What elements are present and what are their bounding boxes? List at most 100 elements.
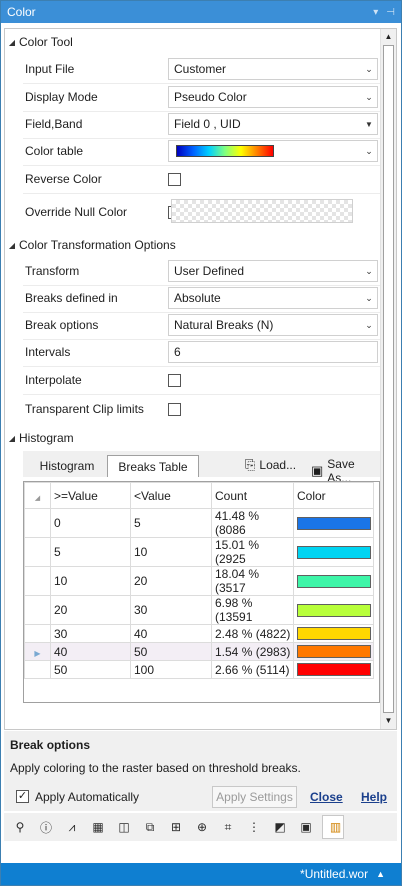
row-header[interactable] — [24, 508, 51, 538]
table-icon[interactable]: ▦ — [88, 817, 108, 837]
table-row[interactable]: 10 20 18.04 % (3517 — [24, 566, 374, 596]
row-header[interactable] — [24, 660, 51, 679]
color-cell[interactable] — [293, 642, 374, 661]
dropdown-arrow-icon[interactable]: ▾ — [373, 7, 378, 18]
lt-cell[interactable]: 30 — [130, 595, 212, 625]
color-ramp-preview — [176, 145, 274, 157]
legend-icon[interactable]: ⋮ — [244, 817, 264, 837]
scroll-up-icon[interactable]: ▲ — [381, 29, 396, 45]
interpolate-label: Interpolate — [25, 373, 82, 387]
chart-icon[interactable]: ◩ — [270, 817, 290, 837]
image-icon[interactable]: ▣ — [296, 817, 316, 837]
color-cell[interactable] — [293, 508, 374, 538]
select-all-corner[interactable]: ◢ — [24, 482, 51, 509]
count-cell[interactable]: 1.54 % (2983) — [211, 642, 294, 661]
color-cell[interactable] — [293, 537, 374, 567]
lt-cell[interactable]: 10 — [130, 537, 212, 567]
lt-cell[interactable]: 100 — [130, 660, 212, 679]
collapse-triangle-icon[interactable]: ◢ — [5, 241, 19, 250]
lt-cell[interactable]: 40 — [130, 624, 212, 643]
layer-icon[interactable]: ◫ — [114, 817, 134, 837]
waveform-icon[interactable]: ⩘ — [62, 817, 82, 837]
color-cell[interactable] — [293, 624, 374, 643]
table-row[interactable]: ▶ 40 50 1.54 % (2983) — [24, 642, 374, 661]
info-tool-icon[interactable]: ⚲ — [10, 817, 30, 837]
color-cell[interactable] — [293, 566, 374, 596]
input-file-value: Customer — [174, 62, 227, 76]
caret-up-icon[interactable]: ▲ — [376, 869, 385, 879]
intervals-row: Intervals 6 — [23, 339, 380, 365]
apply-automatically-checkbox[interactable]: ✓ — [16, 790, 29, 803]
crop-icon[interactable]: ⌗ — [218, 817, 238, 837]
table-row[interactable]: 30 40 2.48 % (4822) — [24, 624, 374, 643]
apply-automatically-label: Apply Automatically — [35, 790, 140, 804]
scroll-thumb[interactable] — [383, 45, 394, 713]
ge-cell[interactable]: 5 — [50, 537, 131, 567]
count-cell[interactable]: 15.01 % (2925 — [211, 537, 294, 567]
color-palette-icon[interactable]: ▥ — [322, 815, 344, 839]
count-cell[interactable]: 2.48 % (4822) — [211, 624, 294, 643]
row-header[interactable] — [24, 537, 51, 567]
count-cell[interactable]: 6.98 % (13591 — [211, 595, 294, 625]
count-cell[interactable]: 41.48 % (8086 — [211, 508, 294, 538]
col-header-count[interactable]: Count — [211, 482, 294, 509]
grid-icon[interactable]: ⊞ — [166, 817, 186, 837]
globe-icon[interactable]: ⊕ — [192, 817, 212, 837]
count-cell[interactable]: 18.04 % (3517 — [211, 566, 294, 596]
transparent-clip-checkbox[interactable] — [168, 402, 181, 416]
col-header-color[interactable]: Color — [293, 482, 374, 509]
interpolate-checkbox[interactable] — [168, 373, 181, 387]
section-color-tool[interactable]: ◢ Color Tool — [5, 31, 380, 53]
collapse-triangle-icon[interactable]: ◢ — [5, 38, 19, 47]
transparent-clip-label: Transparent Clip limits — [25, 402, 144, 416]
col-header-ge[interactable]: >=Value — [50, 482, 131, 509]
color-cell[interactable] — [293, 595, 374, 625]
section-histogram[interactable]: ◢ Histogram — [5, 427, 380, 449]
row-header[interactable]: ▶ — [24, 642, 51, 661]
ge-cell[interactable]: 10 — [50, 566, 131, 596]
table-row[interactable]: 5 10 15.01 % (2925 — [24, 537, 374, 567]
col-header-lt[interactable]: <Value — [130, 482, 212, 509]
color-table-select[interactable]: ⌄ — [168, 140, 378, 162]
ge-cell[interactable]: 30 — [50, 624, 131, 643]
color-swatch — [297, 645, 371, 658]
table-row[interactable]: 0 5 41.48 % (8086 — [24, 508, 374, 538]
ge-cell[interactable]: 40 — [50, 642, 131, 661]
color-cell[interactable] — [293, 660, 374, 679]
intervals-input[interactable]: 6 — [168, 341, 378, 363]
null-color-swatch[interactable] — [171, 199, 353, 223]
lt-cell[interactable]: 20 — [130, 566, 212, 596]
break-options-select[interactable]: Natural Breaks (N) ⌄ — [168, 314, 378, 336]
lt-cell[interactable]: 5 — [130, 508, 212, 538]
apply-settings-button[interactable]: Apply Settings — [212, 786, 297, 808]
info-circle-icon[interactable]: ⓘ — [36, 817, 56, 837]
row-header[interactable] — [24, 595, 51, 625]
reverse-color-checkbox[interactable] — [168, 172, 181, 186]
stack-icon[interactable]: ⧉ — [140, 817, 160, 837]
tab-histogram[interactable]: Histogram — [27, 455, 107, 477]
vertical-scrollbar[interactable]: ▲ ▼ — [380, 29, 396, 729]
scroll-down-icon[interactable]: ▼ — [381, 713, 396, 729]
collapse-triangle-icon[interactable]: ◢ — [5, 434, 19, 443]
lt-cell[interactable]: 50 — [130, 642, 212, 661]
display-mode-select[interactable]: Pseudo Color ⌄ — [168, 86, 378, 108]
chevron-down-icon: ⌄ — [365, 145, 373, 156]
ge-cell[interactable]: 0 — [50, 508, 131, 538]
help-link[interactable]: Help — [361, 790, 387, 804]
transform-select[interactable]: User Defined ⌄ — [168, 260, 378, 282]
close-link[interactable]: Close — [310, 790, 343, 804]
input-file-select[interactable]: Customer ⌄ — [168, 58, 378, 80]
count-cell[interactable]: 2.66 % (5114) — [211, 660, 294, 679]
row-header[interactable] — [24, 566, 51, 596]
pin-icon[interactable]: ⊣ — [386, 7, 395, 18]
tab-breaks-table[interactable]: Breaks Table — [107, 455, 199, 477]
field-band-select[interactable]: Field 0 , UID ▼ — [168, 113, 378, 135]
breaks-defined-select[interactable]: Absolute ⌄ — [168, 287, 378, 309]
ge-cell[interactable]: 20 — [50, 595, 131, 625]
table-row[interactable]: 50 100 2.66 % (5114) — [24, 660, 374, 679]
table-row[interactable]: 20 30 6.98 % (13591 — [24, 595, 374, 625]
load-button[interactable]: ⎘ Load... — [245, 457, 296, 473]
row-header[interactable] — [24, 624, 51, 643]
ge-cell[interactable]: 50 — [50, 660, 131, 679]
section-color-transformation[interactable]: ◢ Color Transformation Options — [5, 234, 380, 256]
